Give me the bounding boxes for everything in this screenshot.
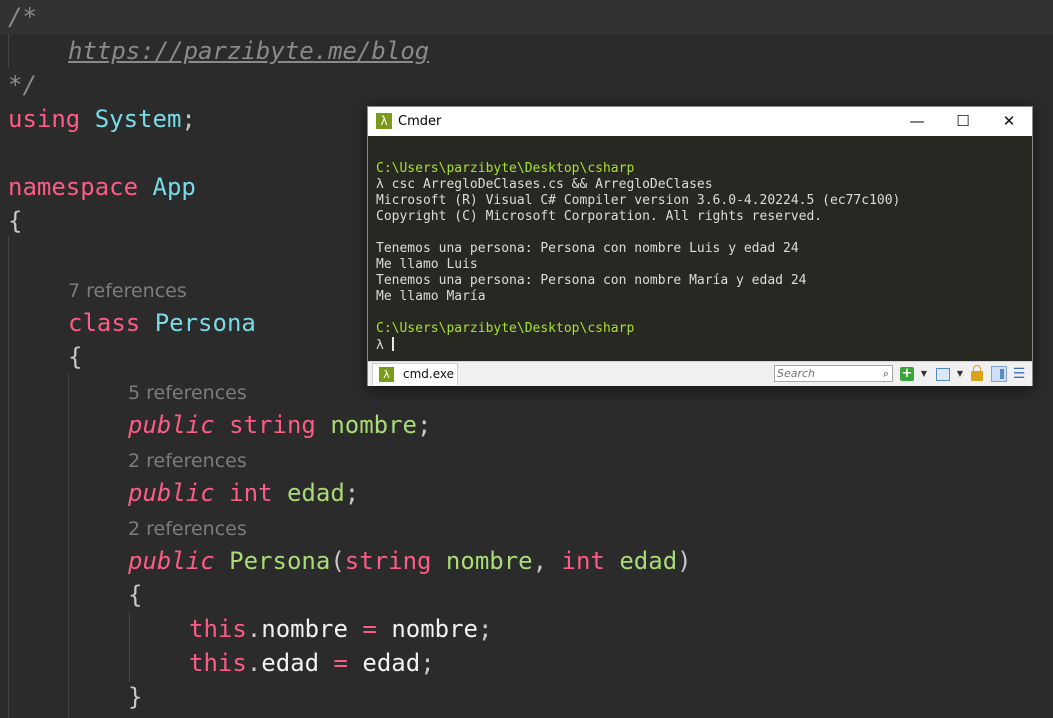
grid-icon[interactable] <box>936 368 950 381</box>
indent-guide <box>129 612 130 682</box>
code-line-6: namespace App <box>8 173 196 201</box>
prompt-path: C:\Users\parzibyte\Desktop\csharp <box>376 161 635 176</box>
codelens-class-references[interactable]: 7 references <box>68 279 187 303</box>
tab-label: cmd.exe <box>403 367 455 381</box>
minimize-button[interactable]: — <box>894 107 940 136</box>
indent-guide <box>8 34 9 68</box>
code-line-1: /* <box>8 3 37 31</box>
codelens-nombre-references[interactable]: 5 references <box>128 381 247 405</box>
output-line: Microsoft (R) Visual C# Compiler version… <box>376 193 901 208</box>
code-line-constructor: public Persona(string nombre, int edad) <box>128 547 692 575</box>
chevron-down-icon[interactable]: ▼ <box>919 366 929 382</box>
search-box[interactable]: ⌕ <box>774 365 893 382</box>
output-line: Copyright (C) Microsoft Corporation. All… <box>376 209 823 224</box>
indent-guide <box>68 374 69 718</box>
indent-guide <box>8 236 9 718</box>
status-bar: λ cmd.exe ⌕ + ▼ ▼ ☰ <box>368 361 1032 386</box>
window-title: Cmder <box>398 114 442 129</box>
code-line-ctor-brace-open: { <box>128 581 143 609</box>
code-line-class: class Persona <box>68 309 256 337</box>
tab-cmd[interactable]: λ cmd.exe <box>372 363 458 385</box>
code-line-class-brace: { <box>68 343 83 371</box>
blog-link[interactable]: https://parzibyte.me/blog <box>68 37 429 65</box>
menu-icon[interactable]: ☰ <box>1011 366 1027 382</box>
code-line-2: https://parzibyte.me/blog <box>68 34 429 68</box>
console-output[interactable]: C:\Users\parzibyte\Desktop\csharp λ csc … <box>368 136 1032 361</box>
search-input[interactable] <box>777 366 873 381</box>
code-line-ctor-brace-close: } <box>128 683 143 711</box>
code-line-3: */ <box>8 71 37 99</box>
active-prompt[interactable]: λ <box>376 337 394 353</box>
cmder-window[interactable]: λ Cmder — ☐ ✕ C:\Users\parzibyte\Desktop… <box>367 106 1033 386</box>
output-line: Me llamo Luis <box>376 257 478 272</box>
code-line-4: using System; <box>8 105 196 133</box>
maximize-button[interactable]: ☐ <box>940 107 986 136</box>
search-icon[interactable]: ⌕ <box>883 366 889 381</box>
pane-icon[interactable] <box>991 366 1007 382</box>
title-bar[interactable]: λ Cmder — ☐ ✕ <box>368 107 1032 136</box>
chevron-down-icon[interactable]: ▼ <box>955 366 965 382</box>
output-line: Me llamo María <box>376 289 486 304</box>
text-cursor <box>391 337 394 351</box>
lambda-icon: λ <box>379 367 394 382</box>
close-button[interactable]: ✕ <box>986 107 1032 136</box>
command-line: λ csc ArregloDeClases.cs && ArregloDeCla… <box>376 177 713 192</box>
code-line-assign-edad: this.edad = edad; <box>189 649 435 677</box>
code-line-7: { <box>8 207 23 235</box>
current-line-highlight <box>0 0 1053 34</box>
codelens-constructor-references[interactable]: 2 references <box>128 517 247 541</box>
code-line-field-edad: public int edad; <box>128 479 360 507</box>
code-line-field-nombre: public string nombre; <box>128 411 432 439</box>
code-line-assign-nombre: this.nombre = nombre; <box>189 615 493 643</box>
plus-icon[interactable]: + <box>900 367 914 381</box>
lock-icon[interactable] <box>971 365 983 381</box>
output-line: Tenemos una persona: Persona con nombre … <box>376 241 799 256</box>
lambda-icon: λ <box>376 113 392 129</box>
prompt-path: C:\Users\parzibyte\Desktop\csharp <box>376 321 635 336</box>
output-line: Tenemos una persona: Persona con nombre … <box>376 273 807 288</box>
codelens-edad-references[interactable]: 2 references <box>128 449 247 473</box>
